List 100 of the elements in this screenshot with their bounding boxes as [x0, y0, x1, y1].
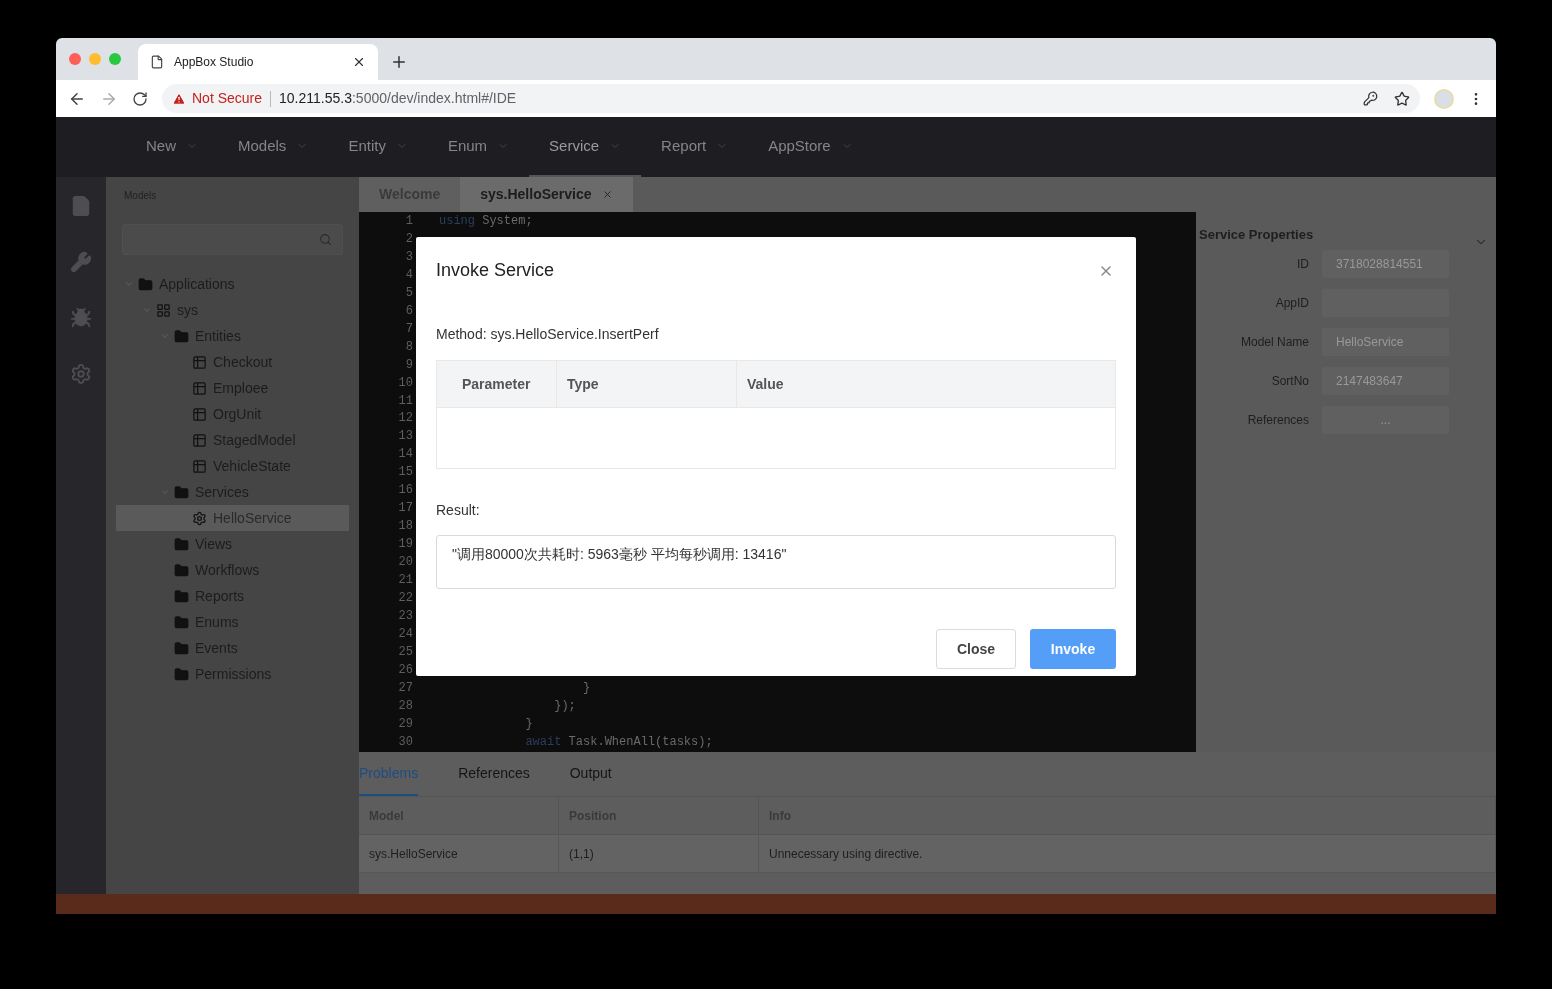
line-number: 6	[404, 302, 413, 320]
references-button[interactable]: ...	[1322, 406, 1449, 434]
close-icon[interactable]	[352, 55, 366, 69]
table-cell: sys.HelloService	[359, 835, 559, 873]
line-number: 20	[397, 554, 413, 572]
reload-icon[interactable]	[132, 90, 148, 107]
wrench-icon[interactable]	[70, 251, 92, 273]
code-line: using System;	[439, 213, 533, 230]
column-header: Type	[557, 361, 737, 407]
field-label: AppID	[1274, 295, 1310, 312]
property-field[interactable]: 3718028814551	[1322, 250, 1449, 278]
column-header: Parameter	[437, 361, 557, 407]
field-label: Model Name	[1239, 334, 1310, 351]
close-button[interactable]: Close	[936, 629, 1016, 669]
line-number: 11	[397, 392, 413, 410]
folder-icon	[138, 276, 153, 292]
key-icon[interactable]	[1363, 91, 1378, 106]
property-field[interactable]: HelloService	[1322, 328, 1449, 356]
line-number: 22	[397, 590, 413, 607]
warning-icon	[172, 91, 186, 106]
line-number: 21	[397, 572, 413, 590]
line-number: 24	[397, 625, 413, 643]
close-window-icon[interactable]	[69, 53, 81, 65]
line-number: 26	[397, 661, 413, 679]
minimize-window-icon[interactable]	[89, 53, 101, 65]
security-label: Not Secure	[192, 89, 263, 108]
line-number: 3	[404, 248, 413, 266]
line-number: 7	[404, 320, 413, 338]
code-line: });	[553, 697, 576, 715]
nav-menu[interactable]: New	[126, 117, 218, 177]
page-icon	[150, 55, 164, 69]
table-cell: (1,1)	[559, 835, 759, 873]
table-icon	[192, 406, 207, 422]
line-number: 17	[397, 500, 413, 518]
nav-menu[interactable]: Report	[641, 117, 749, 177]
code-line: }	[524, 715, 533, 733]
gear-icon	[192, 510, 207, 526]
folder-icon	[174, 588, 189, 604]
table-icon	[192, 354, 207, 370]
search-icon	[319, 233, 332, 246]
invoke-button[interactable]: Invoke	[1030, 629, 1116, 669]
line-number: 2	[404, 230, 413, 248]
bug-icon[interactable]	[70, 307, 92, 329]
line-number: 28	[397, 697, 413, 715]
url-host: 10.211.55.3	[279, 89, 352, 108]
folder-icon	[174, 562, 189, 578]
new-tab-icon[interactable]	[390, 53, 408, 71]
nav-menu[interactable]: AppStore	[748, 117, 873, 177]
table-cell: Unnecessary using directive.	[759, 835, 1496, 873]
line-number: 29	[397, 715, 413, 733]
line-number: 12	[397, 410, 413, 428]
nav-menu[interactable]: Models	[218, 117, 329, 177]
panel-tab[interactable]: Output	[569, 752, 612, 796]
line-number: 10	[397, 374, 413, 392]
table-icon	[192, 458, 207, 474]
panel-tab[interactable]: Problems	[359, 752, 419, 796]
line-number: 14	[397, 446, 413, 464]
method-text: Method: sys.HelloService.InsertPerf	[436, 325, 659, 344]
line-number: 5	[404, 284, 413, 302]
line-number: 25	[397, 643, 413, 661]
line-number: 19	[397, 536, 413, 554]
line-number: 8	[404, 338, 413, 356]
result-field[interactable]: "调用80000次共耗时: 5963毫秒 平均每秒调用: 13416"	[436, 535, 1116, 589]
editor-tab[interactable]: sys.HelloService	[460, 177, 633, 212]
bookmark-icon[interactable]	[1394, 90, 1410, 107]
folder-icon	[174, 614, 189, 630]
panel-title: Service Properties	[1199, 226, 1314, 245]
property-field[interactable]: 2147483647	[1322, 367, 1449, 395]
url-path: :5000/dev/index.html#/IDE	[351, 89, 517, 108]
column-header: Value	[746, 374, 785, 394]
browser-tab[interactable]: AppBox Studio	[138, 44, 378, 80]
avatar-icon[interactable]	[1434, 88, 1454, 109]
folder-icon	[174, 484, 189, 500]
line-number: 18	[397, 518, 413, 536]
code-line: }	[582, 679, 591, 697]
nav-menu[interactable]: Enum	[427, 117, 530, 177]
field-label: SortNo	[1270, 373, 1310, 390]
dialog-title: Invoke Service	[436, 259, 555, 282]
settings-icon[interactable]	[70, 363, 92, 385]
table-icon	[192, 380, 207, 396]
line-number: 9	[404, 356, 413, 374]
line-number: 23	[397, 607, 413, 625]
line-number: 13	[397, 428, 413, 446]
line-number: 4	[404, 266, 413, 284]
maximize-window-icon[interactable]	[109, 53, 121, 65]
table-icon	[192, 432, 207, 448]
grid-icon	[156, 302, 171, 318]
nav-menu[interactable]: Entity	[328, 117, 428, 177]
field-label: ID	[1296, 256, 1310, 273]
address-field[interactable]: Not Secure 10.211.55.3:5000/dev/index.html#/IDE	[162, 84, 1420, 113]
panel-tab[interactable]: References	[458, 752, 530, 796]
search-field[interactable]	[122, 224, 343, 255]
result-label: Result:	[436, 501, 480, 520]
code-line: await Task.WhenAll(tasks);	[524, 733, 713, 751]
file-icon[interactable]	[70, 195, 92, 217]
field-label: References	[1246, 412, 1310, 429]
folder-icon	[174, 640, 189, 656]
line-number: 15	[397, 464, 413, 482]
line-number: 16	[397, 482, 413, 500]
line-number: 30	[397, 733, 413, 751]
